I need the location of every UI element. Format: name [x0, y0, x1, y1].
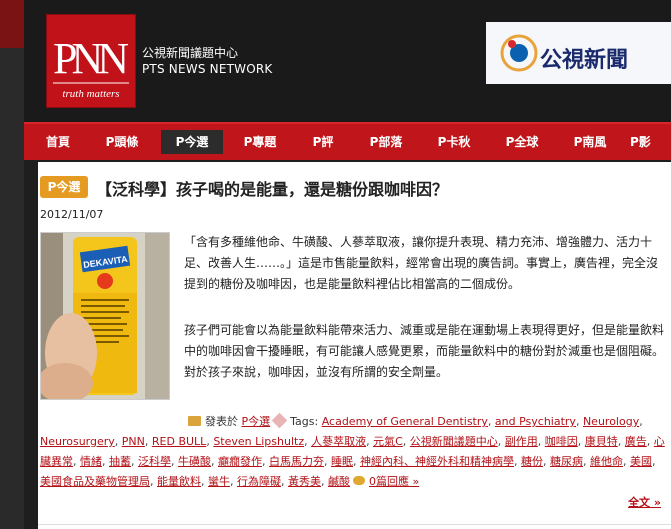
tag-link[interactable]: 鹹酸: [328, 475, 350, 488]
tag-link[interactable]: 黃秀美: [288, 475, 321, 488]
tag-link[interactable]: 人蔘萃取液: [311, 435, 366, 448]
tag-link[interactable]: 情緒: [80, 455, 102, 468]
tag-icon: [271, 412, 288, 429]
nav-item-today-picks[interactable]: P今選: [161, 130, 223, 154]
page-shell: PNN truth matters 公視新聞議題中心 PTS NEWS NETW…: [24, 0, 671, 529]
nav-item-south-wind[interactable]: P南風: [562, 130, 618, 154]
tag-link[interactable]: and Psychiatry: [495, 415, 576, 428]
tag-link[interactable]: 抽蓄: [109, 455, 131, 468]
energy-drink-photo: DEKAVITA: [41, 233, 169, 399]
comments-link[interactable]: 0篇回應 »: [369, 475, 419, 488]
pts-news-banner[interactable]: 公視新聞: [486, 22, 671, 84]
post-meta: 發表於 P今選 Tags: Academy of General Dentistr…: [40, 412, 668, 492]
post-paragraph-1: 「含有多種維他命、牛磺酸、人蔘萃取液，讓你提升表現、精力充沛、增強體力、活力十足…: [184, 235, 659, 291]
pnn-logo-mark: PNN truth matters: [53, 34, 134, 100]
tag-link[interactable]: 元氣C: [373, 435, 403, 448]
tag-link[interactable]: 神經內科、神經外科和精神病學: [360, 455, 514, 468]
site-name-zh: 公視新聞議題中心: [142, 46, 239, 60]
post-photo: DEKAVITA: [40, 232, 170, 400]
tag-link[interactable]: 康貝特: [585, 435, 618, 448]
tag-link[interactable]: 癲癇發作: [218, 455, 262, 468]
pts-logo-icon: [500, 34, 538, 72]
posted-in-label: 發表於: [205, 415, 238, 428]
category-badge[interactable]: P今選: [40, 176, 88, 198]
category-link[interactable]: P今選: [242, 415, 271, 428]
nav-item-headlines[interactable]: P頭條: [94, 130, 150, 154]
nav-item-global[interactable]: P全球: [494, 130, 550, 154]
tag-link[interactable]: 維他命: [590, 455, 623, 468]
tag-link[interactable]: 糖份: [521, 455, 543, 468]
tag-link[interactable]: PNN: [122, 435, 145, 448]
tag-link[interactable]: 副作用: [505, 435, 538, 448]
tag-link[interactable]: Steven Lipshultz: [213, 435, 304, 448]
folder-icon: [188, 416, 201, 426]
logo-tagline: truth matters: [62, 88, 119, 100]
tag-link[interactable]: 美國: [630, 455, 652, 468]
tag-link[interactable]: 睡眠: [331, 455, 353, 468]
post-paragraph-2: 孩子們可能會以為能量飲料能帶來活力、減重或是能在運動場上表現得更好，但是能量飲料…: [184, 323, 665, 379]
tag-link[interactable]: 牛磺酸: [178, 455, 211, 468]
tag-link[interactable]: 公視新聞議題中心: [410, 435, 498, 448]
nav-item-kachiu[interactable]: P卡秋: [426, 130, 482, 154]
site-name-en: PTS NEWS NETWORK: [142, 62, 273, 76]
tag-link[interactable]: RED BULL: [152, 435, 206, 448]
tag-link[interactable]: 美國食品及藥物管理局: [40, 475, 150, 488]
logo-letters: PNN: [53, 34, 128, 83]
tag-list: Academy of General Dentistry, and Psychi…: [40, 415, 665, 488]
tag-link[interactable]: 行為障礙: [237, 475, 281, 488]
post-date: 2012/11/07: [40, 208, 104, 221]
tag-link[interactable]: 白馬馬力夯: [269, 455, 324, 468]
tag-link[interactable]: 糖尿病: [550, 455, 583, 468]
nav-item-home[interactable]: 首頁: [34, 130, 82, 154]
comment-icon: [353, 476, 365, 485]
nav-item-special[interactable]: P專題: [232, 130, 288, 154]
tags-label: Tags:: [290, 415, 319, 428]
read-more-link[interactable]: 全文 »: [628, 494, 661, 510]
tag-link[interactable]: 蠻牛: [208, 475, 230, 488]
tag-link[interactable]: 能量飲料: [157, 475, 201, 488]
site-header: PNN truth matters 公視新聞議題中心 PTS NEWS NETW…: [24, 0, 671, 122]
post-divider: [38, 524, 671, 525]
nav-item-review[interactable]: P評: [300, 130, 346, 154]
tag-link[interactable]: 廣告: [625, 435, 647, 448]
tag-link[interactable]: Neurosurgery: [40, 435, 115, 448]
main-nav: 首頁 P頭條 P今選 P專題 P評 P部落 P卡秋 P全球 P南風 P影: [24, 122, 671, 160]
background-stripe: [0, 0, 24, 48]
tag-link[interactable]: Academy of General Dentistry: [322, 415, 488, 428]
tag-link[interactable]: 泛科學: [138, 455, 171, 468]
tag-link[interactable]: 咖啡因: [545, 435, 578, 448]
banner-text: 公視新聞: [540, 48, 629, 73]
nav-item-blog[interactable]: P部落: [358, 130, 414, 154]
tag-link[interactable]: Neurology: [583, 415, 639, 428]
post-title[interactable]: 【泛科學】孩子喝的是能量，還是糖份跟咖啡因？: [96, 176, 448, 200]
post-content: P今選 【泛科學】孩子喝的是能量，還是糖份跟咖啡因？ 2012/11/07 DE…: [38, 162, 671, 529]
pnn-logo[interactable]: PNN truth matters: [46, 14, 136, 108]
nav-item-video[interactable]: P影: [630, 130, 671, 154]
